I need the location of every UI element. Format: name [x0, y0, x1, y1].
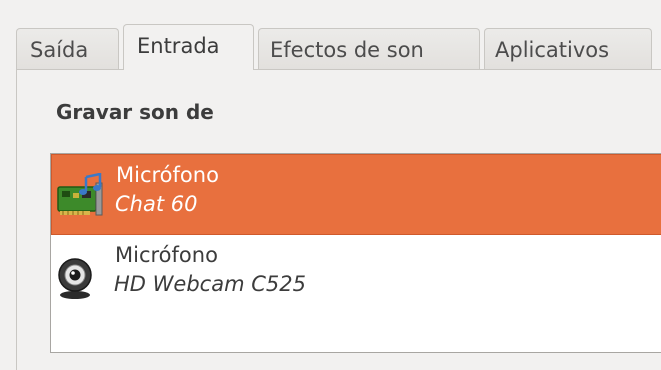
tab-applications[interactable]: Aplicativos — [484, 28, 652, 70]
tab-output[interactable]: Saída — [16, 28, 119, 70]
device-row-chat60[interactable]: Micrófono Chat 60 — [51, 154, 661, 235]
tab-bar: Saída Entrada Efectos de son Aplicativos — [16, 24, 656, 70]
tab-sound-effects[interactable]: Efectos de son — [258, 28, 480, 70]
device-description: HD Webcam C525 — [114, 272, 306, 296]
input-device-list[interactable]: Micrófono Chat 60 Micrófono HD Webcam C5… — [50, 153, 661, 353]
webcam-icon — [55, 253, 107, 301]
device-description: Chat 60 — [115, 192, 198, 216]
tab-input[interactable]: Entrada — [123, 24, 254, 70]
record-from-label: Gravar son de — [56, 100, 214, 124]
device-row-webcam[interactable]: Micrófono HD Webcam C525 — [51, 235, 661, 316]
sound-card-icon — [56, 172, 108, 221]
device-name: Micrófono — [115, 243, 218, 267]
device-name: Micrófono — [116, 163, 219, 187]
